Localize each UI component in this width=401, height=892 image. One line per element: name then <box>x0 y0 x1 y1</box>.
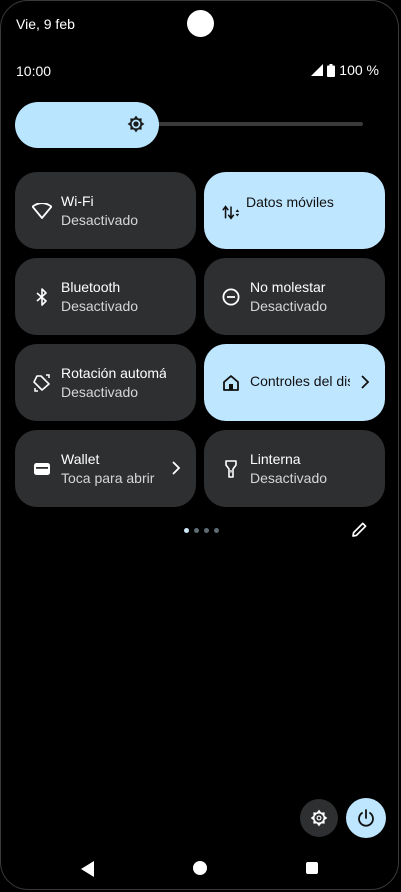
tile-wifi[interactable]: Wi-Fi Desactivado <box>15 172 196 249</box>
tile-flashlight[interactable]: Linterna Desactivado <box>204 430 385 507</box>
recents-nav-button[interactable] <box>306 862 318 874</box>
tile-auto-rotate[interactable]: Rotación automática Desactivado <box>15 344 196 421</box>
front-camera <box>187 10 214 37</box>
page-dot <box>204 528 209 533</box>
edit-pencil-icon[interactable] <box>351 521 368 538</box>
tile-title: Wi-Fi <box>61 193 94 209</box>
mobile-data-icon <box>221 202 241 222</box>
bluetooth-icon <box>32 287 52 307</box>
wallet-icon <box>32 459 52 479</box>
page-dot <box>184 528 189 533</box>
battery-percent: 100 % <box>339 62 379 78</box>
back-nav-button[interactable] <box>81 861 95 877</box>
signal-icon <box>311 64 324 76</box>
auto-rotate-icon <box>32 373 52 393</box>
wifi-icon <box>32 201 52 221</box>
tile-subtitle: Desactivado <box>61 384 139 400</box>
home-nav-button[interactable] <box>193 861 207 875</box>
flashlight-icon <box>221 459 241 479</box>
tile-title: Datos móviles <box>246 194 334 210</box>
tile-subtitle: Desactivado <box>250 470 328 486</box>
tile-wallet[interactable]: Wallet Toca para abrir <box>15 430 196 507</box>
tile-title: Controles del dispositivo <box>250 373 350 389</box>
date-label: Vie, 9 feb <box>16 16 75 32</box>
tile-mobile-data[interactable]: Datos móviles <box>204 172 385 249</box>
tile-subtitle: Desactivado <box>61 298 139 314</box>
tile-subtitle: Desactivado <box>61 212 139 228</box>
page-dot <box>194 528 199 533</box>
chevron-right-icon <box>361 375 370 389</box>
settings-button[interactable] <box>300 799 338 837</box>
tile-title: No molestar <box>250 279 326 295</box>
do-not-disturb-icon <box>221 287 241 307</box>
page-dot <box>214 528 219 533</box>
brightness-icon <box>127 115 145 133</box>
tile-title: Bluetooth <box>61 279 121 295</box>
home-icon <box>221 373 241 393</box>
page-indicator <box>184 528 219 533</box>
power-icon <box>358 809 374 827</box>
power-button[interactable] <box>346 798 386 838</box>
chevron-right-icon <box>172 461 181 475</box>
tile-subtitle: Toca para abrir <box>61 470 155 486</box>
time-label: 10:00 <box>16 63 52 79</box>
tile-title: Linterna <box>250 451 301 467</box>
tile-do-not-disturb[interactable]: No molestar Desactivado <box>204 258 385 335</box>
brightness-slider-track[interactable] <box>150 122 363 126</box>
gear-icon <box>310 809 328 827</box>
tile-title: Wallet <box>61 451 100 467</box>
tile-subtitle: Desactivado <box>250 298 328 314</box>
battery-icon <box>327 63 336 77</box>
tile-title: Rotación automática <box>61 365 166 381</box>
tile-device-controls[interactable]: Controles del dispositivo <box>204 344 385 421</box>
tile-bluetooth[interactable]: Bluetooth Desactivado <box>15 258 196 335</box>
status-icons: 100 % <box>311 62 379 78</box>
